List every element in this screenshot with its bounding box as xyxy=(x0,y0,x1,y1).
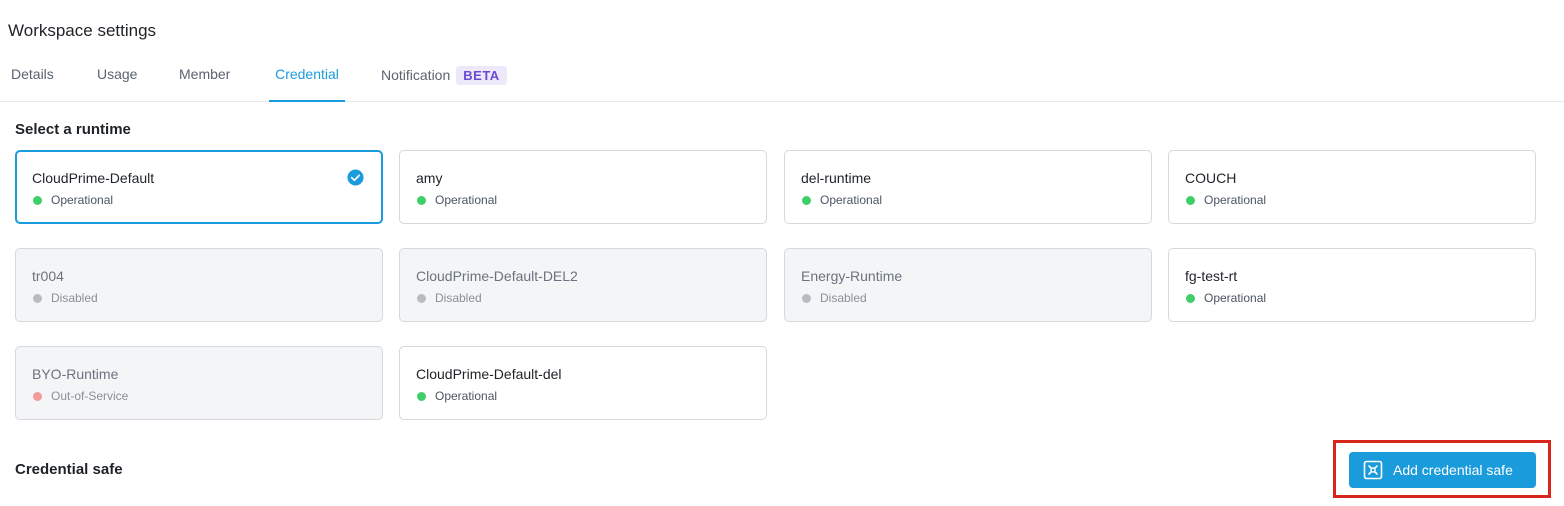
runtime-card-byo-runtime[interactable]: BYO-Runtime Out-of-Service xyxy=(15,346,383,420)
workspace-settings-page: Workspace settings Details Usage Member … xyxy=(0,0,1564,506)
runtime-name: tr004 xyxy=(32,268,64,284)
tab-credential[interactable]: Credential xyxy=(269,58,345,102)
tab-details[interactable]: Details xyxy=(11,58,54,102)
runtime-status: Disabled xyxy=(801,291,867,305)
runtime-name: Energy-Runtime xyxy=(801,268,903,284)
runtime-name: BYO-Runtime xyxy=(32,366,119,382)
runtime-card-tr004[interactable]: tr004 Disabled xyxy=(15,248,383,322)
status-dot-operational xyxy=(802,195,811,205)
runtime-card-amy[interactable]: amy Operational xyxy=(399,150,767,224)
add-credential-safe-label: Add credential safe xyxy=(1393,462,1513,478)
page-title: Workspace settings xyxy=(8,21,157,40)
runtime-status: Operational xyxy=(32,193,113,207)
credential-section-title: Credential safe xyxy=(15,461,123,478)
runtime-status: Operational xyxy=(1185,291,1266,305)
tab-usage[interactable]: Usage xyxy=(97,58,137,102)
tab-member[interactable]: Member xyxy=(179,58,230,102)
credential-safe-icon xyxy=(1363,460,1383,480)
runtime-status: Out-of-Service xyxy=(32,389,128,403)
tab-notification-label: Notification xyxy=(381,67,451,83)
add-credential-safe-button[interactable]: Add credential safe xyxy=(1349,452,1536,488)
runtime-card-couch[interactable]: COUCH Operational xyxy=(1168,150,1536,224)
runtime-status-label: Disabled xyxy=(820,291,867,305)
tab-notification[interactable]: Notification BETA xyxy=(381,58,507,102)
status-dot-operational xyxy=(1186,293,1195,303)
runtime-card-del-runtime[interactable]: del-runtime Operational xyxy=(784,150,1152,224)
runtime-name: del-runtime xyxy=(801,170,872,186)
status-dot-operational xyxy=(417,391,426,401)
runtime-status: Disabled xyxy=(416,291,482,305)
check-circle-icon xyxy=(347,169,364,186)
runtime-card-fg-test-rt[interactable]: fg-test-rt Operational xyxy=(1168,248,1536,322)
runtime-name: COUCH xyxy=(1185,170,1237,186)
status-dot-out-of-service xyxy=(33,391,42,401)
beta-badge: BETA xyxy=(456,66,507,85)
runtime-name: CloudPrime-Default-del xyxy=(416,366,562,382)
runtime-status-label: Operational xyxy=(1204,291,1267,305)
runtime-card-cloudprime-default-del2[interactable]: CloudPrime-Default-DEL2 Disabled xyxy=(399,248,767,322)
runtime-card-cloudprime-default[interactable]: CloudPrime-Default Operational xyxy=(15,150,383,224)
runtime-status-label: Operational xyxy=(820,193,883,207)
runtime-status: Operational xyxy=(416,389,497,403)
status-dot-operational xyxy=(1186,195,1195,205)
status-dot-disabled xyxy=(33,293,42,303)
runtime-status: Operational xyxy=(416,193,497,207)
status-dot-operational xyxy=(33,195,42,205)
runtime-status-label: Out-of-Service xyxy=(51,389,129,403)
runtime-name: CloudPrime-Default-DEL2 xyxy=(416,268,578,284)
runtime-status-label: Operational xyxy=(435,389,498,403)
runtime-status-label: Disabled xyxy=(51,291,98,305)
runtime-status-label: Operational xyxy=(1204,193,1267,207)
status-dot-disabled xyxy=(802,293,811,303)
runtime-status: Operational xyxy=(801,193,882,207)
runtime-status: Disabled xyxy=(32,291,98,305)
status-dot-operational xyxy=(417,195,426,205)
runtime-name: amy xyxy=(416,170,443,186)
runtime-card-energy-runtime[interactable]: Energy-Runtime Disabled xyxy=(784,248,1152,322)
runtime-status: Operational xyxy=(1185,193,1266,207)
runtime-section-title: Select a runtime xyxy=(15,121,131,138)
runtime-status-label: Operational xyxy=(51,193,114,207)
status-dot-disabled xyxy=(417,293,426,303)
runtime-card-cloudprime-default-del[interactable]: CloudPrime-Default-del Operational xyxy=(399,346,767,420)
runtime-status-label: Operational xyxy=(435,193,498,207)
runtime-status-label: Disabled xyxy=(435,291,482,305)
runtime-name: CloudPrime-Default xyxy=(32,170,155,186)
runtime-name: fg-test-rt xyxy=(1185,268,1238,284)
settings-tabs: Details Usage Member Credential Notifica… xyxy=(0,58,1564,102)
